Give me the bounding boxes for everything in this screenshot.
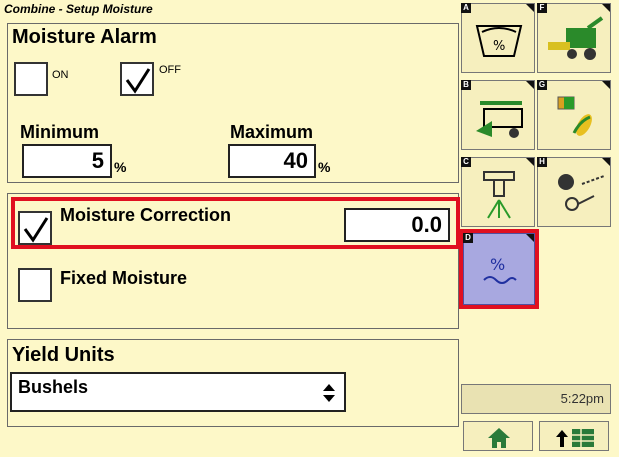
tile-d-moisture-water[interactable]: D % [463,233,535,305]
clock: 5:22pm [461,384,611,414]
yield-units-select[interactable]: Bushels [10,372,346,412]
sprayer-nozzle-icon [483,171,515,219]
minimum-label: Minimum [20,122,99,142]
tile-g-crop[interactable]: G [537,80,611,150]
alarm-off-label: OFF [159,64,181,76]
up-down-arrows-icon [323,384,335,402]
maximum-label: Maximum [230,122,314,142]
menu-button[interactable] [539,421,609,451]
moisture-alarm-title: Moisture Alarm [12,26,157,48]
alarm-on-checkbox[interactable] [14,62,48,96]
moisture-correction-value-field[interactable]: 0.0 [344,208,450,242]
tile-c-sprayer[interactable]: C [461,157,535,227]
fixed-moisture-label: Fixed Moisture [60,268,188,288]
yield-units-title: Yield Units [12,344,115,366]
checkmark-icon [125,68,151,94]
alarm-on-label: ON [52,69,69,81]
tile-f-combine[interactable]: F [537,3,611,73]
svg-text:%: % [490,255,505,274]
minimum-value-field[interactable]: 5 [22,144,112,178]
moisture-correction-label: Moisture Correction [60,205,232,225]
moisture-percent-water-icon: % [483,255,517,284]
moisture-alarm-panel: Moisture Alarm ON OFF Minimum Maximum 5 … [7,23,459,183]
combine-harvester-icon [548,16,604,60]
crop-corn-icon [557,96,592,136]
moisture-percent-bin-icon: % [475,25,523,57]
minimum-unit: % [114,159,127,175]
home-button[interactable] [463,421,533,451]
grain-loss-monitor-icon [558,174,605,211]
maximum-value-field[interactable]: 40 [228,144,316,178]
home-icon [488,428,510,448]
yield-units-selected: Bushels [18,377,89,397]
combine-header-icon [476,101,523,138]
tile-b-header[interactable]: B [461,80,535,150]
fixed-moisture-checkbox[interactable] [18,268,52,302]
alarm-off-checkbox[interactable] [120,62,154,96]
window-title: Combine - Setup Moisture [4,2,153,16]
tile-a-moisture[interactable]: A % [461,3,535,73]
svg-text:%: % [493,39,505,54]
tile-h-loss-monitor[interactable]: H [537,157,611,227]
checkmark-icon [23,217,49,243]
moisture-correction-checkbox[interactable] [18,211,52,245]
maximum-unit: % [318,159,331,175]
up-arrow-menu-icon [556,429,594,447]
